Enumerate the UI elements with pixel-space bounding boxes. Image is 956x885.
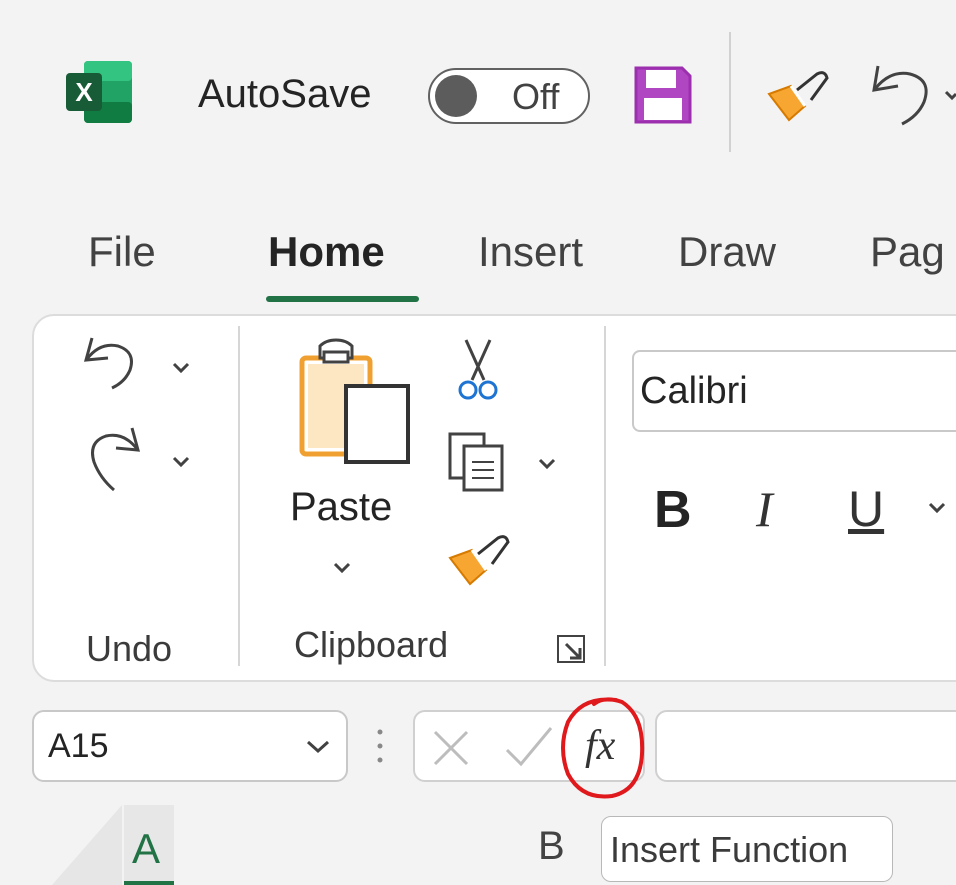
column-header-b[interactable]: B bbox=[538, 824, 565, 869]
qat-customize-chevron-icon[interactable] bbox=[944, 86, 956, 106]
ribbon-redo-icon[interactable] bbox=[80, 424, 144, 494]
underline-button[interactable]: U bbox=[848, 480, 884, 538]
font-name-value: Calibri bbox=[640, 370, 748, 412]
undo-dropdown-chevron-icon[interactable] bbox=[172, 360, 190, 374]
paste-icon[interactable] bbox=[296, 336, 414, 466]
name-box-dropdown-icon[interactable] bbox=[306, 740, 330, 754]
cancel-entry-icon[interactable] bbox=[431, 728, 471, 768]
formula-input[interactable] bbox=[655, 710, 956, 782]
tooltip-text: Insert Function bbox=[610, 829, 849, 870]
save-icon[interactable] bbox=[630, 62, 696, 128]
clipboard-group-label: Clipboard bbox=[294, 624, 449, 665]
formula-bar-splitter-icon[interactable] bbox=[376, 728, 384, 764]
autosave-state-text: Off bbox=[512, 76, 560, 117]
toggle-knob bbox=[435, 75, 477, 117]
tab-home[interactable]: Home bbox=[268, 228, 385, 276]
group-separator bbox=[604, 326, 606, 666]
copy-dropdown-chevron-icon[interactable] bbox=[538, 456, 556, 470]
column-a-label: A bbox=[132, 825, 161, 872]
select-all-corner[interactable] bbox=[52, 805, 122, 885]
undo-icon[interactable] bbox=[866, 60, 936, 126]
highlight-circle-annotation bbox=[554, 692, 654, 804]
group-separator bbox=[238, 326, 240, 666]
confirm-entry-icon[interactable] bbox=[503, 724, 553, 768]
format-painter-ribbon-icon[interactable] bbox=[446, 530, 512, 588]
cut-icon[interactable] bbox=[456, 338, 500, 402]
copy-icon[interactable] bbox=[446, 430, 508, 494]
undo-group-label: Undo bbox=[86, 628, 173, 669]
font-name-combobox[interactable]: Calibri bbox=[632, 350, 956, 432]
format-painter-icon[interactable] bbox=[765, 66, 831, 126]
paste-dropdown-chevron-icon[interactable] bbox=[333, 560, 351, 574]
ribbon-undo-icon[interactable] bbox=[80, 334, 144, 390]
italic-button[interactable]: I bbox=[756, 480, 773, 538]
column-header-a[interactable]: A bbox=[124, 805, 174, 885]
tab-draw[interactable]: Draw bbox=[678, 228, 776, 276]
qat-divider bbox=[729, 32, 731, 152]
tab-page-layout[interactable]: Pag bbox=[870, 228, 945, 276]
insert-function-tooltip: Insert Function bbox=[601, 816, 893, 882]
autosave-toggle[interactable]: Off bbox=[428, 68, 590, 124]
name-box-value: A15 bbox=[48, 727, 109, 765]
active-tab-indicator bbox=[266, 296, 419, 302]
autosave-label: AutoSave bbox=[198, 72, 372, 116]
dialog-launcher-icon[interactable] bbox=[556, 634, 586, 664]
tab-file[interactable]: File bbox=[88, 228, 156, 276]
name-box[interactable]: A15 bbox=[32, 710, 348, 782]
excel-logo-letter: X bbox=[75, 77, 93, 107]
excel-app-icon[interactable]: X bbox=[66, 57, 134, 127]
paste-label[interactable]: Paste bbox=[290, 485, 392, 530]
bold-button[interactable]: B bbox=[654, 480, 692, 540]
tab-insert[interactable]: Insert bbox=[478, 228, 583, 276]
redo-dropdown-chevron-icon[interactable] bbox=[172, 454, 190, 468]
underline-dropdown-chevron-icon[interactable] bbox=[928, 500, 946, 514]
